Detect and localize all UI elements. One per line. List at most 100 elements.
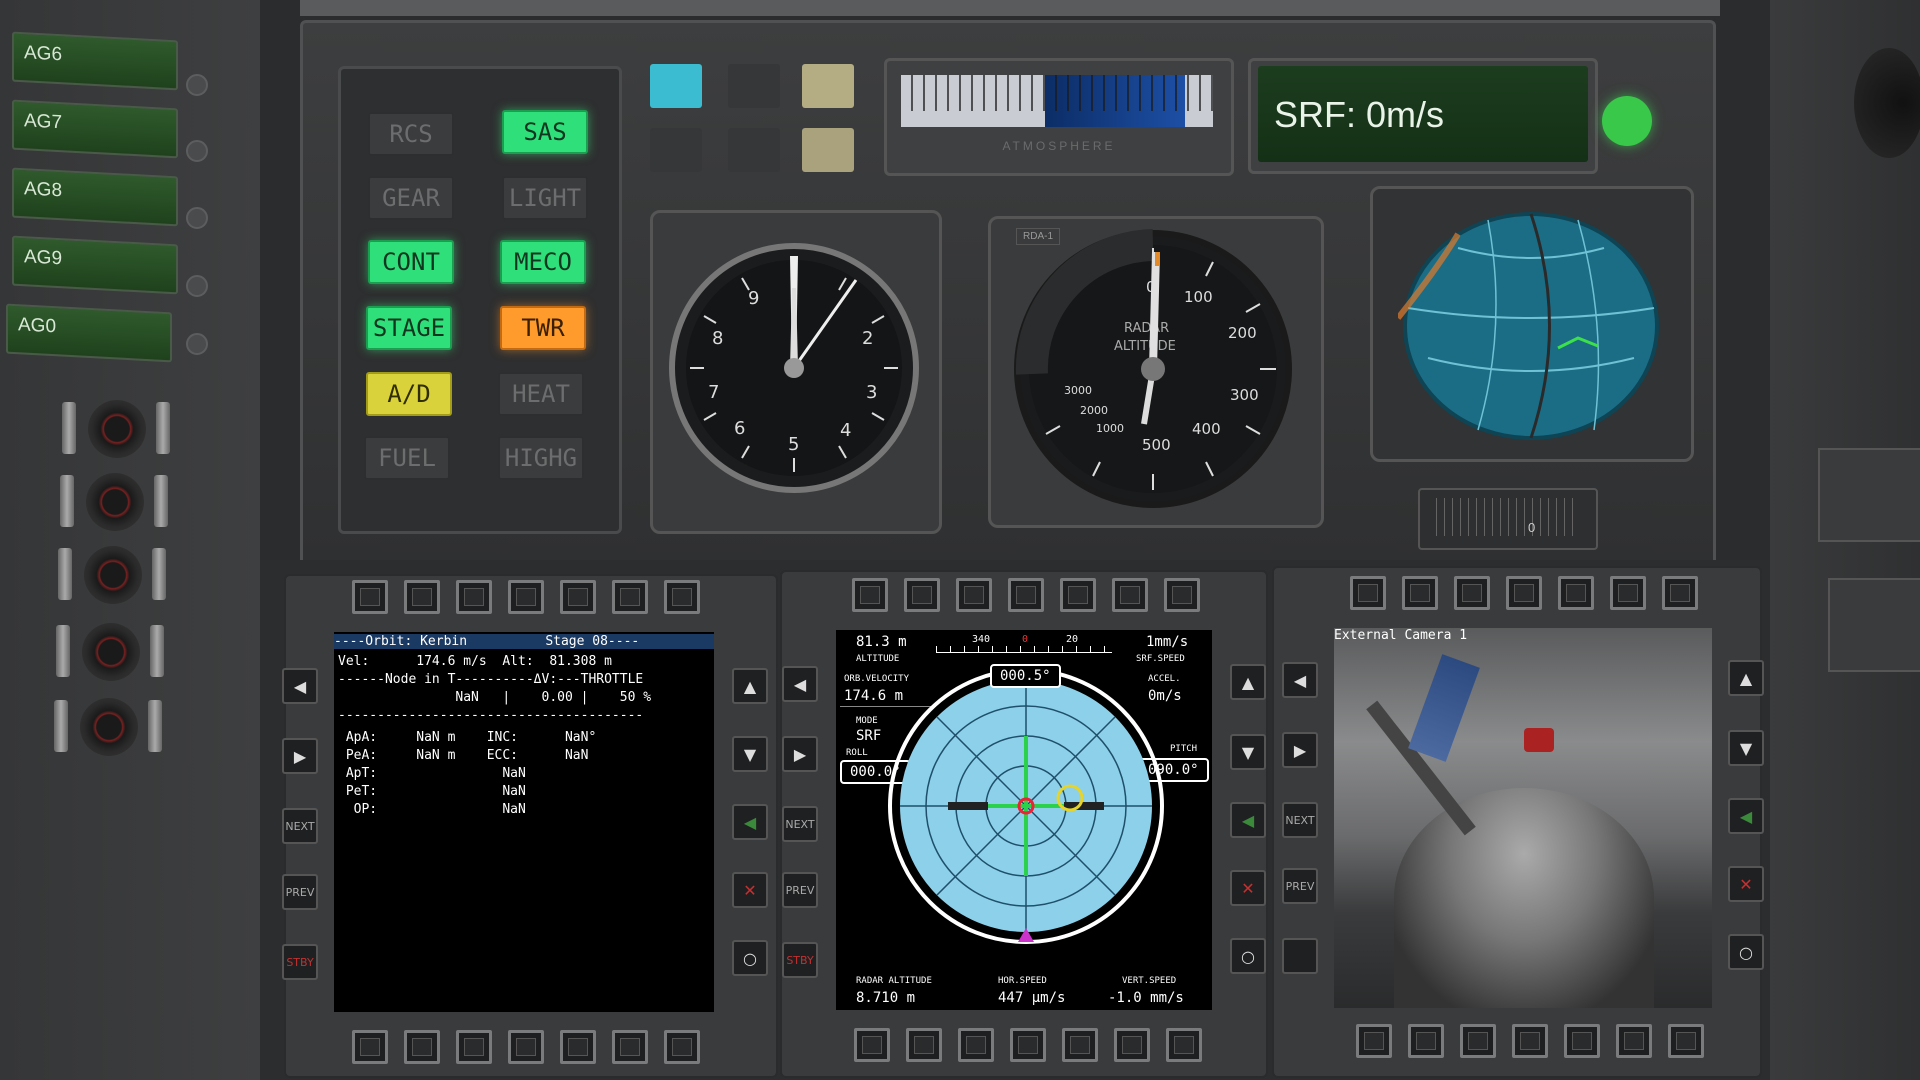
hor-speed-value: 447 μm/s bbox=[998, 990, 1066, 1006]
rotary-knob[interactable] bbox=[82, 623, 140, 681]
mfd-softkey[interactable] bbox=[508, 1030, 544, 1064]
mfd-softkey[interactable] bbox=[1616, 1024, 1652, 1058]
radar-scale-label: 2000 bbox=[1080, 404, 1108, 417]
mfd-softkey[interactable] bbox=[404, 580, 440, 614]
mfd-softkey[interactable] bbox=[904, 578, 940, 612]
mfd-center-up-button[interactable]: ▲ bbox=[1230, 664, 1266, 700]
mfd-softkey[interactable] bbox=[1668, 1024, 1704, 1058]
mfd-center-select-button[interactable]: ○ bbox=[1230, 938, 1266, 974]
mfd-softkey[interactable] bbox=[1010, 1028, 1046, 1062]
mfd-right-stby-button[interactable] bbox=[1282, 938, 1318, 974]
radar-label: ALTITUDE bbox=[1114, 339, 1176, 354]
mfd-softkey[interactable] bbox=[664, 580, 700, 614]
mfd-softkey[interactable] bbox=[612, 1030, 648, 1064]
mfd-center-screen: 340 0 20 81.3 m ALTITUDE 1mm/s SRF.SPEED… bbox=[836, 630, 1212, 1010]
mfd-right-back-button[interactable]: ◀ bbox=[1728, 798, 1764, 834]
navball bbox=[1398, 212, 1659, 440]
mfd-softkey[interactable] bbox=[1008, 578, 1044, 612]
mfd-softkey[interactable] bbox=[1408, 1024, 1444, 1058]
mfd-softkey[interactable] bbox=[1512, 1024, 1548, 1058]
vert-speed-label: VERT.SPEED bbox=[1122, 976, 1177, 986]
mfd-softkey[interactable] bbox=[852, 578, 888, 612]
heading-tick-label: 0 bbox=[1022, 634, 1029, 645]
mfd-softkey[interactable] bbox=[1062, 1028, 1098, 1062]
mfd-softkey[interactable] bbox=[352, 580, 388, 614]
mfd-softkey[interactable] bbox=[352, 1030, 388, 1064]
mfd-softkey[interactable] bbox=[1350, 576, 1386, 610]
mfd-softkey[interactable] bbox=[1114, 1028, 1150, 1062]
mfd-softkey[interactable] bbox=[958, 1028, 994, 1062]
mfd-softkey[interactable] bbox=[906, 1028, 942, 1062]
mfd-softkey[interactable] bbox=[664, 1030, 700, 1064]
mfd-softkey[interactable] bbox=[1564, 1024, 1600, 1058]
mfd-softkey[interactable] bbox=[1662, 576, 1698, 610]
rotary-knob[interactable] bbox=[84, 546, 142, 604]
atmosphere-label: ATMOSPHERE bbox=[1002, 139, 1116, 153]
mfd-softkey[interactable] bbox=[1402, 576, 1438, 610]
mfd-right-arrow-left-button[interactable]: ◀ bbox=[1282, 662, 1318, 698]
status-lamp-cyan bbox=[650, 64, 702, 108]
mfd-softkey[interactable] bbox=[560, 1030, 596, 1064]
mfd-left-arrow-left-button[interactable]: ◀ bbox=[282, 668, 318, 704]
action-group-ag9[interactable]: AG9 bbox=[12, 235, 178, 295]
mfd-left-cancel-button[interactable]: ✕ bbox=[732, 872, 768, 908]
mfd-softkey[interactable] bbox=[956, 578, 992, 612]
mfd-left-arrow-right-button[interactable]: ▶ bbox=[282, 738, 318, 774]
mfd-right-up-button[interactable]: ▲ bbox=[1728, 660, 1764, 696]
mfd-center-prev-button[interactable]: PREV bbox=[782, 872, 818, 908]
mfd-right-down-button[interactable]: ▼ bbox=[1728, 730, 1764, 766]
camera-title: External Camera 1 bbox=[1334, 628, 1468, 643]
mfd-center-back-button[interactable]: ◀ bbox=[1230, 802, 1266, 838]
mfd-softkey[interactable] bbox=[1454, 576, 1490, 610]
mfd-softkey[interactable] bbox=[1460, 1024, 1496, 1058]
mfd-softkey[interactable] bbox=[1356, 1024, 1392, 1058]
mfd-softkey[interactable] bbox=[1610, 576, 1646, 610]
mfd-center-cancel-button[interactable]: ✕ bbox=[1230, 870, 1266, 906]
mfd-left-select-button[interactable]: ○ bbox=[732, 940, 768, 976]
mfd-softkey[interactable] bbox=[1112, 578, 1148, 612]
action-group-ag7[interactable]: AG7 bbox=[12, 99, 178, 159]
mfd-softkey[interactable] bbox=[1164, 578, 1200, 612]
action-group-ag0[interactable]: AG0 bbox=[6, 303, 172, 363]
mfd-left-prev-button[interactable]: PREV bbox=[282, 874, 318, 910]
time-to-apoapsis-line: ApT: NaN bbox=[338, 766, 526, 781]
right-dial[interactable] bbox=[1854, 48, 1920, 158]
mfd-right-prev-button[interactable]: PREV bbox=[1282, 868, 1318, 904]
mfd-center-stby-button[interactable]: STBY bbox=[782, 942, 818, 978]
mfd-softkey[interactable] bbox=[456, 1030, 492, 1064]
mfd-left-up-button[interactable]: ▲ bbox=[732, 668, 768, 704]
mfd-softkey[interactable] bbox=[404, 1030, 440, 1064]
clock-number: 8 bbox=[712, 328, 723, 349]
mfd-center-down-button[interactable]: ▼ bbox=[1230, 734, 1266, 770]
radar-label: RADAR bbox=[1124, 321, 1169, 336]
mfd-softkey[interactable] bbox=[1558, 576, 1594, 610]
mfd-center-arrow-left-button[interactable]: ◀ bbox=[782, 666, 818, 702]
mfd-softkey[interactable] bbox=[456, 580, 492, 614]
rotary-knob[interactable] bbox=[86, 473, 144, 531]
mfd-left-next-button[interactable]: NEXT bbox=[282, 808, 318, 844]
rotary-knob[interactable] bbox=[80, 698, 138, 756]
mfd-softkey[interactable] bbox=[508, 580, 544, 614]
mfd-center-next-button[interactable]: NEXT bbox=[782, 806, 818, 842]
rotary-knob[interactable] bbox=[88, 400, 146, 458]
mfd-right-arrow-right-button[interactable]: ▶ bbox=[1282, 732, 1318, 768]
mode-value: SRF bbox=[856, 728, 882, 744]
mfd-right-select-button[interactable]: ○ bbox=[1728, 934, 1764, 970]
mfd-softkey[interactable] bbox=[560, 580, 596, 614]
mfd-softkey[interactable] bbox=[1506, 576, 1542, 610]
mfd-softkey[interactable] bbox=[854, 1028, 890, 1062]
attitude-indicator bbox=[888, 668, 1164, 944]
mfd-right-next-button[interactable]: NEXT bbox=[1282, 802, 1318, 838]
action-group-ag6[interactable]: AG6 bbox=[12, 31, 178, 91]
mfd-right-cancel-button[interactable]: ✕ bbox=[1728, 866, 1764, 902]
mfd-left-down-button[interactable]: ▼ bbox=[732, 736, 768, 772]
mfd-softkey[interactable] bbox=[1166, 1028, 1202, 1062]
mfd-softkey[interactable] bbox=[1060, 578, 1096, 612]
mfd-center-arrow-right-button[interactable]: ▶ bbox=[782, 736, 818, 772]
mfd-left-stby-button[interactable]: STBY bbox=[282, 944, 318, 980]
mfd-right-screen: External Camera 1 bbox=[1334, 628, 1712, 1008]
mfd-left-back-button[interactable]: ◀ bbox=[732, 804, 768, 840]
action-group-ag8[interactable]: AG8 bbox=[12, 167, 178, 227]
mfd-softkey[interactable] bbox=[612, 580, 648, 614]
indicator-heat: HEAT bbox=[498, 372, 584, 416]
